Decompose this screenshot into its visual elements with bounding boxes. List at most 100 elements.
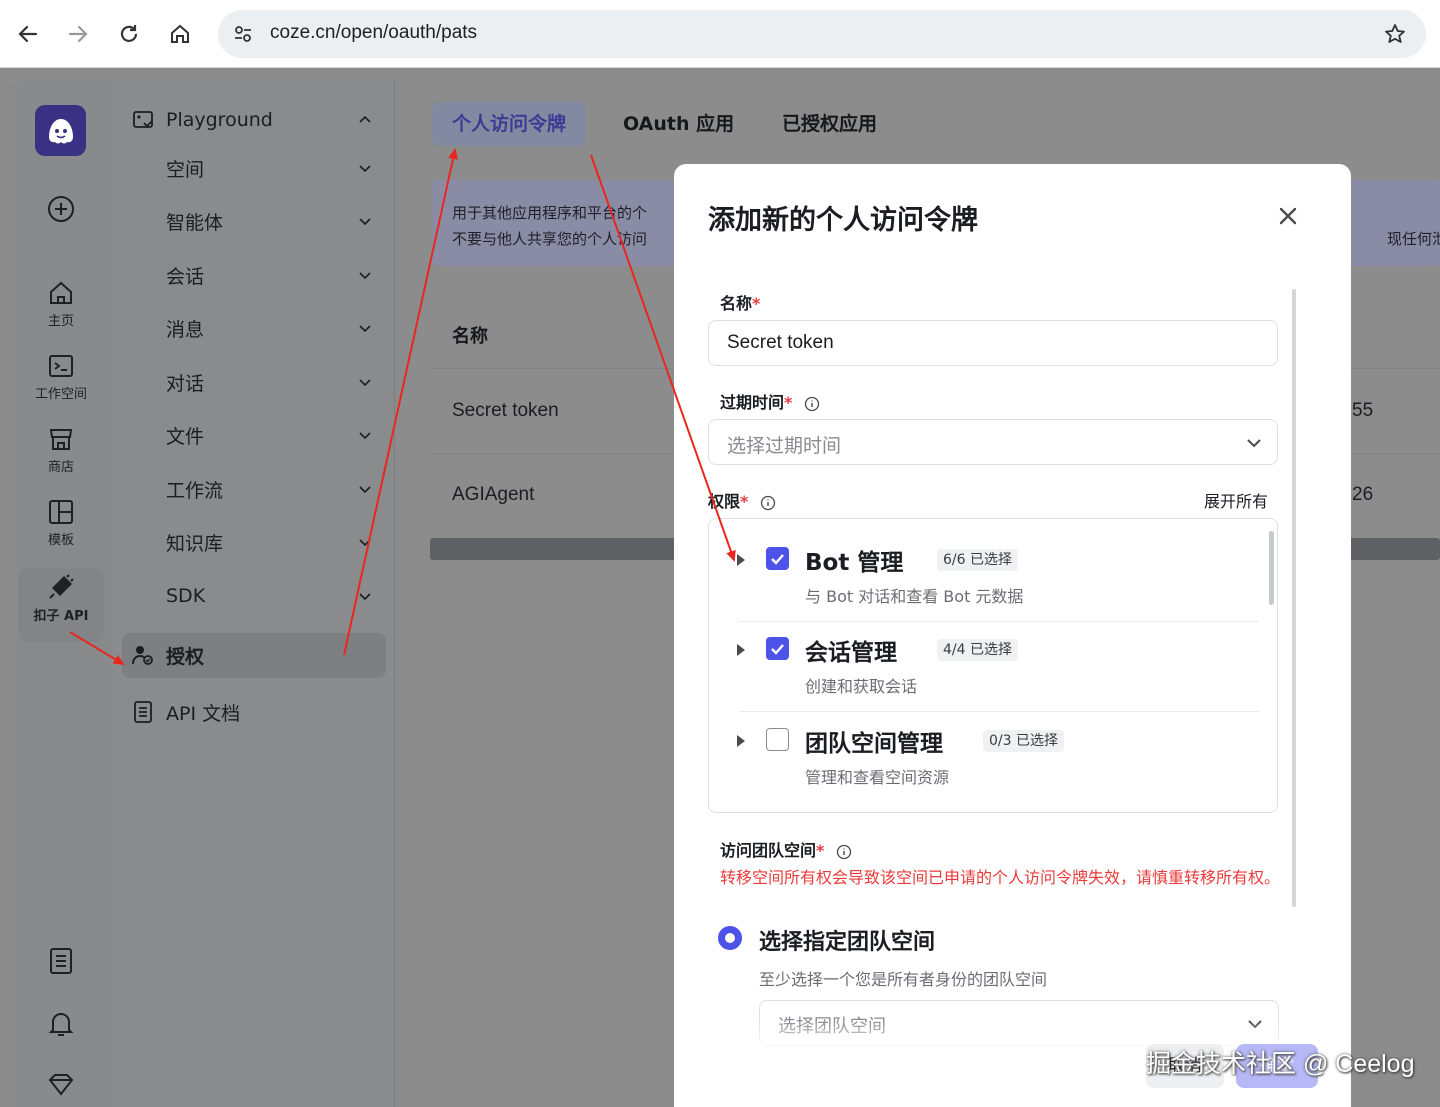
close-icon — [1279, 207, 1297, 225]
forward-arrow-icon — [68, 25, 88, 43]
nav-label: 文件 — [166, 425, 205, 448]
selection-badge: 0/3 已选择 — [983, 730, 1064, 752]
team-space-label-text: 访问团队空间 — [720, 841, 817, 860]
expand-all-link[interactable]: 展开所有 — [1204, 488, 1268, 512]
name-input-value: Secret token — [727, 332, 834, 353]
nav-item-space[interactable]: 空间 — [112, 146, 395, 190]
modal-scrollbar[interactable] — [1292, 289, 1296, 907]
permission-desc: 创建和获取会话 — [805, 677, 918, 696]
chevron-down-icon — [359, 432, 371, 440]
nav-item-conversation[interactable]: 会话 — [112, 253, 395, 297]
forward-button[interactable] — [60, 16, 96, 52]
tab-personal-tokens[interactable]: 个人访问令牌 — [432, 102, 587, 146]
rail-label: 模板 — [47, 533, 74, 548]
tab-oauth-apps[interactable]: OAuth 应用 — [603, 102, 754, 146]
table-row-value: 55 — [1352, 400, 1374, 421]
tab-authorized-apps[interactable]: 已授权应用 — [762, 102, 897, 146]
expand-triangle-icon[interactable] — [735, 553, 747, 567]
home-button[interactable] — [162, 16, 198, 52]
nav-item-knowledge[interactable]: 知识库 — [112, 520, 395, 564]
checkbox-checked[interactable] — [766, 637, 789, 660]
nav-label: 对话 — [166, 372, 205, 395]
nav-item-api-docs[interactable]: API 文档 — [112, 690, 395, 734]
home-icon — [171, 24, 189, 43]
playground-icon — [133, 111, 153, 128]
close-button[interactable] — [1274, 202, 1302, 230]
table-row-name: AGIAgent — [452, 484, 535, 505]
notifications-button[interactable] — [10, 1010, 112, 1038]
expiry-select[interactable]: 选择过期时间 — [708, 419, 1278, 465]
chevron-down-icon — [359, 325, 371, 333]
required-mark: * — [784, 393, 793, 412]
address-bar[interactable]: coze.cn/open/oauth/pats — [218, 10, 1426, 58]
chevron-down-icon — [359, 218, 371, 226]
permission-title: 团队空间管理 — [805, 731, 943, 757]
permission-item-team-space: 团队空间管理 0/3 已选择 管理和查看空间资源 — [709, 700, 1265, 790]
nav-label: 会话 — [166, 265, 205, 288]
notice-line-1: 用于其他应用程序和平台的个 — [452, 204, 648, 222]
warning-text: 转移空间所有权会导致该空间已申请的个人访问令牌失效，请慎重转移所有权。 — [720, 868, 1281, 887]
permission-label: 权限* — [708, 488, 776, 512]
reload-button[interactable] — [111, 16, 147, 52]
info-icon — [836, 844, 852, 859]
expiry-label-text: 过期时间 — [720, 393, 785, 412]
checkbox-unchecked[interactable] — [766, 728, 789, 751]
coze-logo[interactable] — [35, 105, 86, 156]
name-input[interactable]: Secret token — [708, 320, 1278, 366]
name-label: 名称* — [720, 290, 760, 314]
info-icon — [760, 495, 776, 510]
bell-icon — [48, 1013, 74, 1036]
back-button[interactable] — [10, 16, 46, 52]
nav-item-message[interactable]: 消息 — [112, 306, 395, 350]
permission-scrollbar[interactable] — [1269, 531, 1274, 605]
premium-button[interactable] — [10, 1072, 112, 1098]
nav-item-sdk[interactable]: SDK — [112, 574, 395, 618]
nav-label: 知识库 — [166, 532, 224, 555]
site-settings-icon[interactable] — [230, 21, 256, 47]
nav-item-auth[interactable]: 授权 — [112, 633, 395, 677]
check-icon — [771, 554, 784, 565]
chevron-down-icon — [359, 593, 371, 601]
name-label-text: 名称 — [720, 294, 753, 313]
create-button[interactable] — [10, 195, 112, 223]
nav-item-file[interactable]: 文件 — [112, 413, 395, 457]
nav-playground[interactable]: Playground — [112, 98, 395, 142]
terminal-icon — [49, 355, 73, 377]
team-space-label: 访问团队空间* — [720, 837, 852, 861]
permission-item-bot: Bot 管理 6/6 已选择 与 Bot 对话和查看 Bot 元数据 — [709, 519, 1265, 609]
chevron-down-icon — [359, 486, 371, 494]
nav-item-chat[interactable]: 对话 — [112, 360, 395, 404]
radio-selected[interactable] — [718, 926, 742, 950]
plus-circle-icon — [48, 196, 74, 222]
rail-item-workspace[interactable]: 工作空间 — [10, 353, 112, 402]
coze-logo-icon — [48, 118, 73, 143]
rail-item-coze-api[interactable]: 扣子 API — [10, 573, 112, 624]
nav-item-workflow[interactable]: 工作流 — [112, 467, 395, 511]
nav-label: 智能体 — [166, 211, 224, 234]
permission-list: Bot 管理 6/6 已选择 与 Bot 对话和查看 Bot 元数据 会话管理 … — [708, 518, 1278, 813]
nav-item-agent[interactable]: 智能体 — [112, 199, 395, 243]
required-mark: * — [740, 492, 749, 511]
rail-label: 工作空间 — [34, 387, 87, 402]
bookmark-star-icon[interactable] — [1382, 21, 1408, 47]
permission-item-conversation: 会话管理 4/4 已选择 创建和获取会话 — [709, 609, 1265, 699]
chevron-up-icon — [359, 115, 371, 123]
rail-item-store[interactable]: 商店 — [10, 426, 112, 475]
checkbox-checked[interactable] — [766, 547, 789, 570]
nav-label: 工作流 — [166, 479, 224, 502]
plug-icon — [49, 574, 74, 599]
rail-item-home[interactable]: 主页 — [10, 280, 112, 329]
column-header-name: 名称 — [452, 326, 488, 347]
radio-label[interactable]: 选择指定团队空间 — [759, 924, 935, 956]
expiry-placeholder: 选择过期时间 — [727, 435, 842, 457]
expand-triangle-icon[interactable] — [735, 643, 747, 657]
required-mark: * — [752, 294, 761, 313]
expand-triangle-icon[interactable] — [735, 734, 747, 748]
user-key-icon — [132, 646, 153, 665]
nav-label: 授权 — [166, 645, 205, 668]
permission-desc: 管理和查看空间资源 — [805, 768, 950, 787]
docs-button[interactable] — [10, 947, 112, 975]
chevron-down-icon — [1247, 439, 1261, 448]
rail-item-templates[interactable]: 模板 — [10, 499, 112, 548]
diamond-icon — [48, 1074, 74, 1096]
